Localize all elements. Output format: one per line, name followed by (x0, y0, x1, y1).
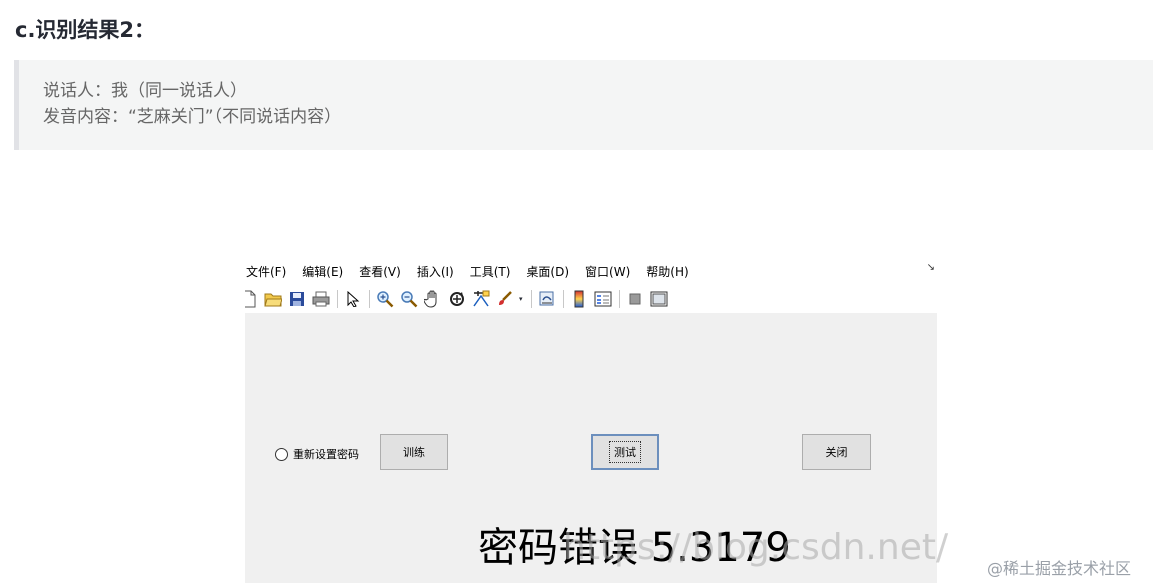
train-button-label: 训练 (403, 446, 425, 459)
toolbar-separator (369, 290, 370, 308)
toolbar: ▾ (245, 285, 937, 313)
test-button[interactable]: 测试 (591, 434, 659, 470)
menu-desktop[interactable]: 桌面(D) (526, 263, 569, 280)
menu-file[interactable]: 文件(F) (246, 263, 286, 280)
quote-content-line: 发音内容：“芝麻关门”（不同说话内容） (43, 107, 342, 127)
menu-window[interactable]: 窗口(W) (585, 263, 630, 280)
toolbar-separator (337, 290, 338, 308)
close-button[interactable]: 关闭 (802, 434, 871, 470)
site-watermark: @稀土掘金技术社区 (987, 559, 1132, 578)
dock-icon[interactable] (649, 289, 669, 309)
quote-speaker-line: 说话人：我（同一说话人） (43, 81, 247, 101)
dock-arrow-icon[interactable]: ↘ (927, 262, 935, 273)
zoom-out-icon[interactable] (399, 289, 419, 309)
close-button-label: 关闭 (825, 446, 848, 459)
toolbar-separator (530, 290, 532, 308)
toolbar-separator (562, 290, 564, 308)
menu-bar: 文件(F) 编辑(E) 查看(V) 插入(I) 工具(T) 桌面(D) 窗口(W… (245, 257, 937, 285)
data-cursor-icon[interactable] (471, 289, 491, 309)
app-screenshot: 文件(F) 编辑(E) 查看(V) 插入(I) 工具(T) 桌面(D) 窗口(W… (245, 257, 937, 583)
hide-tools-icon[interactable] (625, 289, 645, 309)
save-icon[interactable] (287, 289, 307, 309)
zoom-in-icon[interactable] (375, 289, 395, 309)
reset-password-label: 重新设置密码 (293, 448, 359, 461)
toolbar-separator (618, 290, 620, 308)
colorbar-icon[interactable] (569, 289, 589, 309)
menu-help[interactable]: 帮助(H) (646, 263, 688, 280)
pan-hand-icon[interactable] (423, 289, 443, 309)
section-heading: c.识别结果2： (15, 18, 156, 42)
brush-icon[interactable] (495, 289, 515, 309)
radio-button[interactable] (275, 447, 288, 461)
reset-password-radio[interactable]: 重新设置密码 (275, 446, 359, 462)
print-icon[interactable] (311, 289, 331, 309)
menu-view[interactable]: 查看(V) (359, 263, 401, 280)
legend-icon[interactable] (593, 289, 613, 309)
test-button-label: 测试 (609, 441, 641, 463)
menu-edit[interactable]: 编辑(E) (302, 263, 343, 280)
blockquote: 说话人：我（同一说话人） 发音内容：“芝麻关门”（不同说话内容） (14, 60, 1153, 150)
menu-insert[interactable]: 插入(I) (417, 263, 454, 280)
pointer-icon[interactable] (343, 289, 363, 309)
open-folder-icon[interactable] (263, 289, 283, 309)
train-button[interactable]: 训练 (380, 434, 448, 470)
menu-tools[interactable]: 工具(T) (470, 263, 511, 280)
link-icon[interactable] (537, 289, 557, 309)
rotate-icon[interactable] (447, 289, 467, 309)
new-file-icon[interactable] (245, 289, 259, 309)
brush-dropdown-icon[interactable]: ▾ (519, 295, 523, 303)
result-text: 密码错误 5.3179 (478, 525, 791, 571)
